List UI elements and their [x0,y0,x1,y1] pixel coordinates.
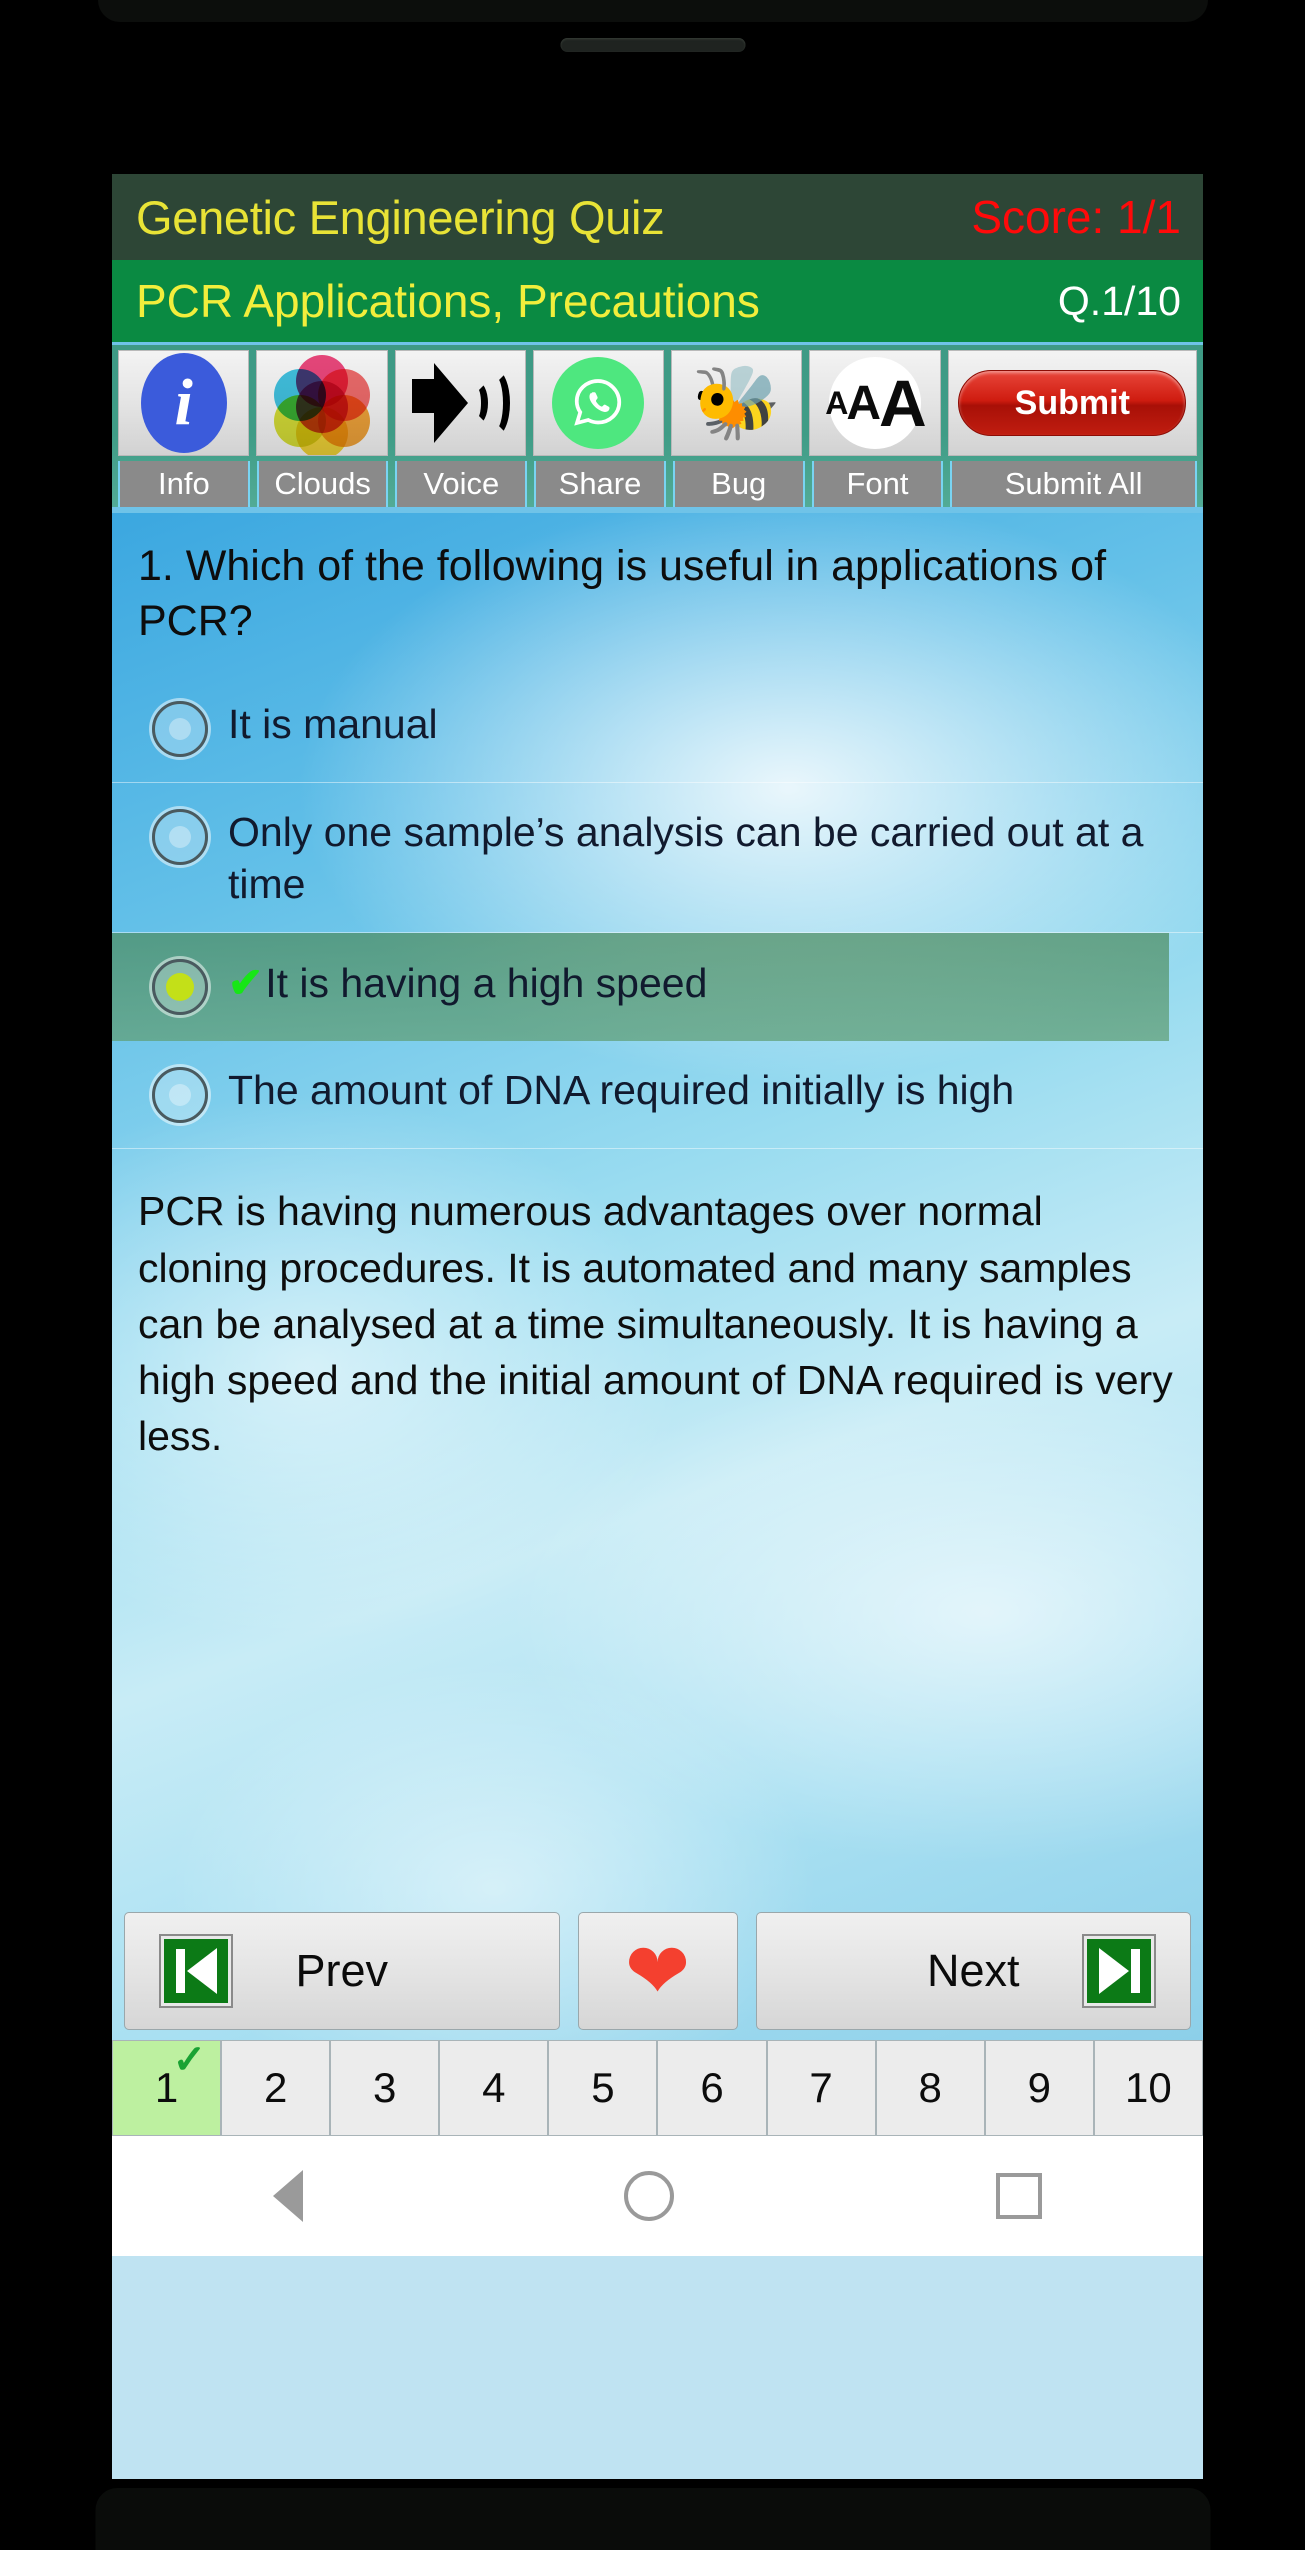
pager-page-4[interactable]: 4 [439,2040,549,2136]
heart-icon: ❤ [624,1927,691,2015]
option-radio-4[interactable] [152,1067,208,1124]
pager-page-10-label: 10 [1125,2064,1172,2111]
option-row-4[interactable]: The amount of DNA required initially is … [112,1041,1203,1150]
toolbar-cell-bug: 🐝 [671,350,803,456]
font-button[interactable]: AAA [809,350,941,456]
whatsapp-share-icon [552,357,645,449]
question-counter: Q.1/10 [1057,277,1181,324]
toolbar-label-info[interactable]: Info [118,461,250,507]
back-triangle-icon[interactable] [272,2170,303,2222]
toolbar-label-share[interactable]: Share [534,461,666,507]
font-size-icon: AAA [825,357,927,449]
pager-page-6[interactable]: 6 [657,2040,767,2136]
app-title: Genetic Engineering Quiz [136,190,665,244]
pager-page-9-label: 9 [1027,2064,1051,2111]
correct-answer-check-icon: ✔ [228,959,264,1007]
toolbar: i 🐝 A A A Submit Info Clouds Voice Share… [112,342,1203,507]
question-pager: ✓ 1 2 3 4 5 6 7 8 9 10 [112,2038,1203,2136]
bug-button[interactable]: 🐝 [671,350,803,456]
clouds-button[interactable] [256,350,388,456]
toolbar-cell-clouds [256,350,388,456]
toolbar-label-row: Info Clouds Voice Share Bug Font Submit … [118,461,1197,507]
option-label-1: It is manual [228,701,438,748]
score-display: Score: 1/1 [971,191,1181,243]
option-row-3[interactable]: ✔It is having a high speed [112,933,1169,1042]
option-radio-3[interactable] [152,959,208,1016]
info-icon: i [140,353,227,453]
question-navigation-bar: Prev ❤ Next [112,1902,1203,2040]
question-text: 1. Which of the following is useful in a… [138,542,1107,646]
device-top-bezel [97,0,1208,22]
app-title-bar: Genetic Engineering Quiz Score: 1/1 [112,174,1203,260]
pager-answered-check-icon: ✓ [172,2038,207,2082]
prev-button[interactable]: Prev [124,1912,560,2030]
pager-page-6-label: 6 [700,2064,724,2111]
next-button[interactable]: Next [755,1912,1191,2030]
pager-page-1[interactable]: ✓ 1 [112,2038,222,2136]
question-content: 1. Which of the following is useful in a… [112,513,1203,2040]
option-label-2: Only one sample’s analysis can be carrie… [228,809,1144,907]
pager-page-5-label: 5 [591,2064,615,2111]
option-label-3-text: It is having a high speed [265,960,708,1007]
pager-page-3[interactable]: 3 [330,2040,440,2136]
toolbar-label-clouds[interactable]: Clouds [256,461,389,507]
topic-title: PCR Applications, Precautions [136,275,760,327]
toolbar-cell-font: AAA [809,350,941,456]
toolbar-label-font[interactable]: Font [811,461,944,507]
next-button-label: Next [926,1945,1020,1996]
toolbar-label-voice[interactable]: Voice [395,461,528,507]
options-list: It is manual Only one sample’s analysis … [112,675,1203,1150]
prev-button-label: Prev [295,1945,389,1996]
home-circle-icon[interactable] [624,2171,675,2221]
clouds-icon [273,355,370,455]
pager-page-10[interactable]: 10 [1093,2040,1203,2136]
device-frame: Genetic Engineering Quiz Score: 1/1 PCR … [0,0,1305,2550]
recents-square-icon[interactable] [996,2173,1043,2219]
toolbar-cell-voice [394,350,526,456]
toolbar-icon-row: i 🐝 A A A Submit [118,350,1197,456]
toolbar-cell-share [532,350,665,456]
option-row-2[interactable]: Only one sample’s analysis can be carrie… [112,783,1203,934]
android-system-nav [112,2136,1203,2256]
speaker-icon [410,363,511,443]
pager-page-7-label: 7 [809,2064,833,2111]
earpiece-speaker [560,38,745,52]
pager-page-4-label: 4 [482,2064,506,2111]
app-screen: Genetic Engineering Quiz Score: 1/1 PCR … [112,174,1203,2479]
pager-page-3-label: 3 [373,2064,397,2111]
info-button[interactable]: i [118,350,250,456]
toolbar-label-bug[interactable]: Bug [672,461,805,507]
share-button[interactable] [532,350,665,456]
option-radio-2[interactable] [152,809,208,866]
submit-button-wrapper[interactable]: Submit [947,350,1197,456]
voice-button[interactable] [394,350,526,456]
pager-page-7[interactable]: 7 [766,2040,876,2136]
option-label-4: The amount of DNA required initially is … [228,1067,1015,1114]
skip-to-start-icon [159,1934,233,2008]
option-row-1[interactable]: It is manual [112,675,1203,784]
pager-page-9[interactable]: 9 [984,2040,1094,2136]
toolbar-cell-submit: Submit [947,350,1197,456]
ladybug-icon: 🐝 [691,363,782,443]
explanation-text: PCR is having numerous advantages over n… [138,1188,1173,1459]
option-radio-1[interactable] [152,701,208,758]
device-bottom-bezel [95,2488,1210,2550]
favorite-button[interactable]: ❤ [577,1912,738,2030]
option-label-3: ✔It is having a high speed [228,955,707,1010]
pager-page-8-label: 8 [918,2064,942,2111]
pager-page-2[interactable]: 2 [221,2040,331,2136]
submit-button[interactable]: Submit [958,370,1187,436]
skip-to-end-icon [1082,1934,1156,2008]
pager-page-5[interactable]: 5 [548,2040,658,2136]
toolbar-label-submit-all[interactable]: Submit All [950,461,1197,507]
topic-bar: PCR Applications, Precautions Q.1/10 [112,260,1203,342]
toolbar-cell-info: i [118,350,250,456]
pager-page-8[interactable]: 8 [875,2040,985,2136]
pager-page-2-label: 2 [263,2064,288,2111]
